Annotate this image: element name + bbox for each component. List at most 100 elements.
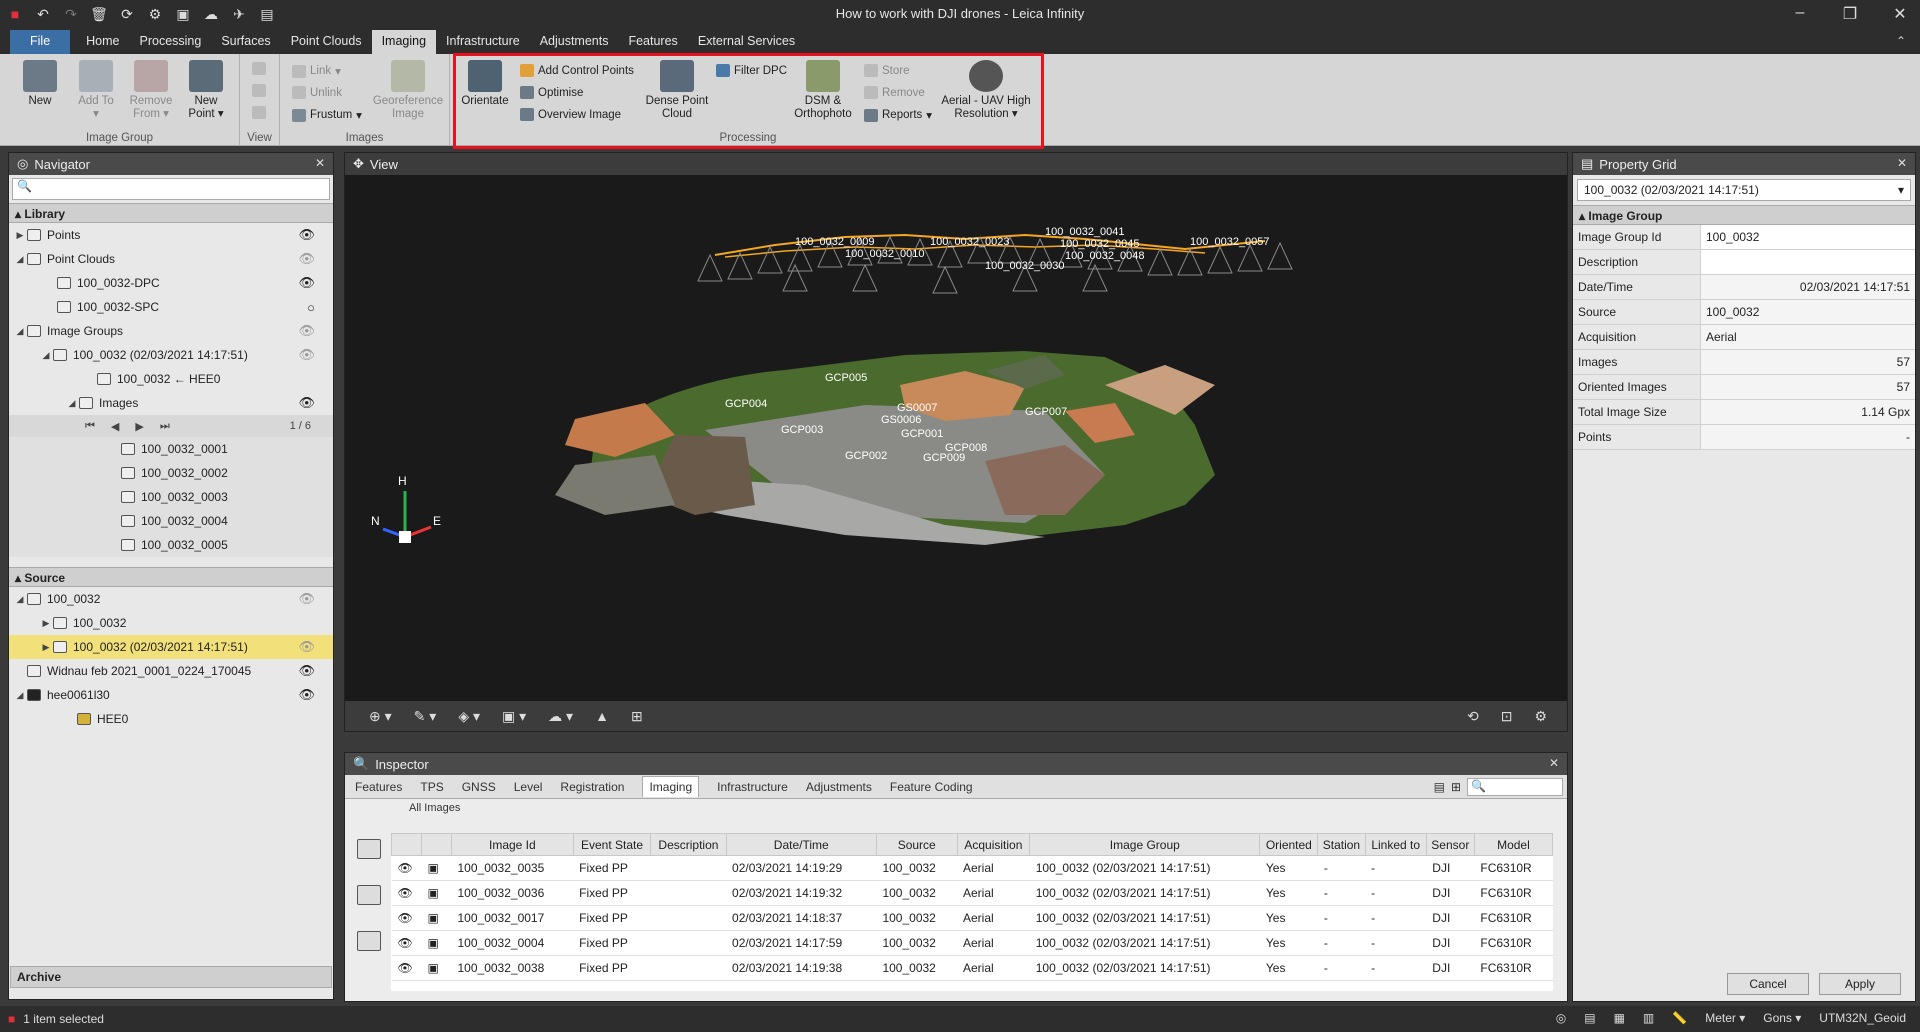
visibility-icon[interactable]: 👁 — [391, 930, 422, 956]
property-row[interactable]: Images 57 — [1573, 350, 1915, 375]
library-section-header[interactable]: ▴ Library — [9, 203, 333, 223]
tab-gnss[interactable]: GNSS — [462, 780, 496, 794]
tree-item[interactable]: 100_0032_0001 — [9, 437, 333, 461]
tab-external-services[interactable]: External Services — [688, 30, 805, 54]
property-value[interactable]: 57 — [1701, 375, 1915, 399]
property-value[interactable] — [1701, 250, 1915, 274]
column-header[interactable]: Date/Time — [725, 833, 877, 856]
tree-item[interactable]: Widnau feb 2021_0001_0224_170045 👁 — [9, 659, 333, 683]
tab-home[interactable]: Home — [76, 30, 129, 54]
tab-level[interactable]: Level — [514, 780, 543, 794]
tab-surfaces[interactable]: Surfaces — [211, 30, 280, 54]
property-row[interactable]: Image Group Id 100_0032 — [1573, 225, 1915, 250]
tab-infrastructure[interactable]: Infrastructure — [717, 780, 788, 794]
column-header[interactable]: Linked to — [1364, 833, 1427, 856]
image-stack-icon[interactable] — [357, 885, 381, 905]
tree-item[interactable]: HEE0 — [9, 707, 333, 731]
column-header[interactable]: Image Group — [1029, 833, 1261, 856]
minimize-icon[interactable]: – — [1790, 4, 1810, 24]
3d-viewport[interactable]: 100_0032_0057 100_0032_0041 100_0032_004… — [345, 175, 1567, 701]
close-icon[interactable]: ✕ — [1549, 756, 1559, 770]
tab-infrastructure[interactable]: Infrastructure — [436, 30, 530, 54]
property-value[interactable]: 1.14 Gpx — [1701, 400, 1915, 424]
visibility-icon[interactable]: 👁 — [298, 251, 315, 267]
settings-icon[interactable]: ⚙ — [1534, 708, 1547, 725]
tree-item[interactable]: ◢ Image Groups 👁 — [9, 319, 333, 343]
expand-icon[interactable]: ▶ — [39, 642, 53, 653]
angle-select[interactable]: Gons ▾ — [1763, 1011, 1801, 1025]
column-header[interactable]: Image Id — [451, 833, 574, 856]
image-view-icon[interactable] — [357, 839, 381, 859]
collapse-icon[interactable]: ◢ — [13, 690, 27, 701]
crs-select[interactable]: UTM32N_Geoid — [1819, 1011, 1906, 1025]
ribbon-collapse-icon[interactable]: ⌃ — [1896, 34, 1906, 48]
last-page-icon[interactable]: ⏭ — [160, 420, 170, 433]
breadcrumb[interactable]: All Images — [345, 799, 1567, 819]
close-icon[interactable]: ✕ — [1897, 156, 1907, 170]
pick-icon[interactable]: ◈ ▾ — [458, 708, 480, 725]
tree-item[interactable]: 100_0032_0005 — [9, 533, 333, 557]
layout-list-icon[interactable]: ▤ — [1434, 780, 1445, 794]
property-value[interactable]: 100_0032 — [1701, 300, 1915, 324]
property-row[interactable]: Acquisition Aerial — [1573, 325, 1915, 350]
tab-imaging[interactable]: Imaging — [642, 776, 700, 797]
expand-icon[interactable]: ▶ — [39, 618, 53, 629]
property-value[interactable]: - — [1701, 425, 1915, 449]
terrain-icon[interactable]: ▲ — [595, 708, 609, 724]
property-value[interactable]: 57 — [1701, 350, 1915, 374]
table-row[interactable]: 👁 ▣ 100_0032_0017 Fixed PP 02/03/2021 14:18:… — [391, 905, 1553, 931]
list-icon[interactable]: ▤ — [1584, 1011, 1595, 1025]
visibility-icon[interactable]: 👁 — [298, 227, 315, 243]
column-header[interactable]: Acquisition — [956, 833, 1031, 856]
visibility-icon[interactable]: 👁 — [298, 323, 315, 339]
apply-button[interactable]: Apply — [1819, 973, 1901, 995]
tree-item[interactable]: ◢ hee0061l30 👁 — [9, 683, 333, 707]
property-row[interactable]: Date/Time 02/03/2021 14:17:51 — [1573, 275, 1915, 300]
prev-page-icon[interactable]: ◀ — [111, 420, 119, 433]
visibility-icon[interactable]: 👁 — [391, 955, 422, 981]
expand-icon[interactable]: ▶ — [13, 230, 27, 241]
navigate-icon[interactable]: ⊕ ▾ — [369, 708, 392, 725]
column-header[interactable]: Station — [1317, 833, 1366, 856]
tab-tps[interactable]: TPS — [420, 780, 443, 794]
close-icon[interactable]: ✕ — [315, 156, 325, 170]
visibility-icon[interactable]: 👁 — [298, 639, 315, 655]
tree-item-selected[interactable]: ▶ 100_0032 (02/03/2021 14:17:51) 👁 — [9, 635, 333, 659]
collapse-icon[interactable]: ◢ — [13, 254, 27, 265]
next-page-icon[interactable]: ▶ — [135, 420, 143, 433]
table-row[interactable]: 👁 ▣ 100_0032_0036 Fixed PP 02/03/2021 14:19:… — [391, 880, 1553, 906]
property-section-header[interactable]: ▴ Image Group — [1573, 205, 1915, 225]
inspector-search-input[interactable]: 🔍 — [1467, 777, 1563, 796]
measure-icon[interactable]: ✎ ▾ — [414, 708, 437, 725]
tab-registration[interactable]: Registration — [560, 780, 624, 794]
close-icon[interactable]: ✕ — [1890, 4, 1910, 24]
tree-item[interactable]: ◢ Point Clouds 👁 — [9, 247, 333, 271]
column-header[interactable]: Source — [875, 833, 958, 856]
collapse-icon[interactable]: ◢ — [39, 350, 53, 361]
layers-icon[interactable]: ▣ ▾ — [502, 708, 526, 725]
tree-item[interactable]: 100_0032_0003 — [9, 485, 333, 509]
table-icon[interactable]: ▦ — [1614, 1011, 1625, 1025]
tree-item[interactable]: ▶ Points 👁 — [9, 223, 333, 247]
visibility-icon[interactable]: 👁 — [298, 347, 315, 363]
navigator-search-input[interactable]: 🔍 — [12, 178, 330, 200]
tree-item[interactable]: ◢ 100_0032 👁 — [9, 587, 333, 611]
property-row[interactable]: Source 100_0032 — [1573, 300, 1915, 325]
tab-features[interactable]: Features — [355, 780, 402, 794]
tab-imaging[interactable]: Imaging — [371, 30, 437, 54]
tab-point-clouds[interactable]: Point Clouds — [281, 30, 372, 54]
zoom-extent-icon[interactable]: ⊡ — [1501, 708, 1513, 725]
property-row[interactable]: Description — [1573, 250, 1915, 275]
add-to-button[interactable]: Add To ▾ — [74, 60, 118, 121]
restore-icon[interactable]: ❐ — [1840, 4, 1860, 24]
table-row[interactable]: 👁 ▣ 100_0032_0035 Fixed PP 02/03/2021 14:19:… — [391, 855, 1553, 881]
property-row[interactable]: Oriented Images 57 — [1573, 375, 1915, 400]
visibility-icon[interactable]: 👁 — [391, 905, 422, 931]
tree-item[interactable]: 100_0032_0002 — [9, 461, 333, 485]
property-row[interactable]: Total Image Size 1.14 Gpx — [1573, 400, 1915, 425]
tree-item[interactable]: 100_0032_0004 — [9, 509, 333, 533]
reset-view-icon[interactable]: ⟲ — [1467, 708, 1479, 725]
new-point-button[interactable]: New Point ▾ — [182, 60, 230, 121]
property-row[interactable]: Points - — [1573, 425, 1915, 450]
view-split-button[interactable] — [252, 84, 266, 97]
